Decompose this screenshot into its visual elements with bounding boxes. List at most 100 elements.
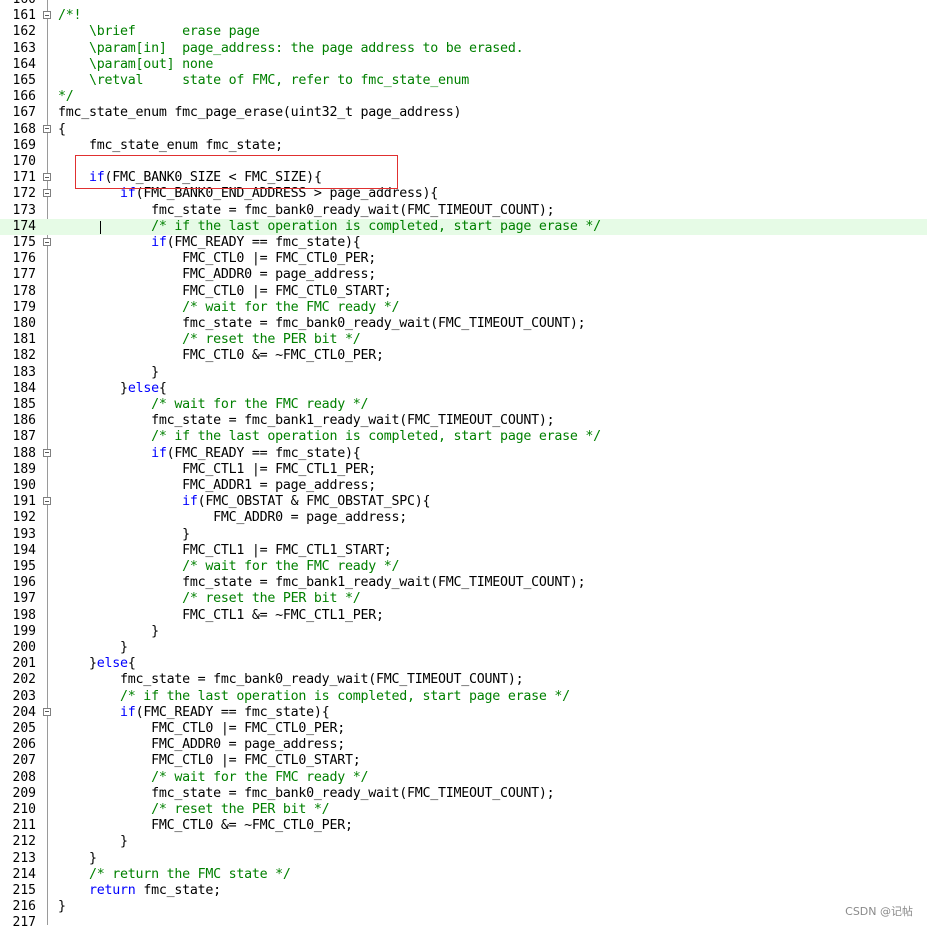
code-text: FMC_ADDR1 = page_address; xyxy=(58,478,376,493)
code-line[interactable]: 160 xyxy=(0,0,927,8)
code-line[interactable]: 177 FMC_ADDR0 = page_address; xyxy=(0,267,927,283)
code-text: /* reset the PER bit */ xyxy=(58,332,361,348)
code-line[interactable]: 202 fmc_state = fmc_bank0_ready_wait(FMC… xyxy=(0,672,927,688)
fold-toggle-icon[interactable] xyxy=(43,173,51,182)
code-line[interactable]: 203 /* if the last operation is complete… xyxy=(0,689,927,705)
code-text: /*! xyxy=(58,8,82,24)
code-line[interactable]: 191 if(FMC_OBSTAT & FMC_OBSTAT_SPC){ xyxy=(0,494,927,510)
code-line[interactable]: 211 FMC_CTL0 &= ~FMC_CTL0_PER; xyxy=(0,818,927,834)
code-text: } xyxy=(58,623,159,639)
line-number: 185 xyxy=(12,397,36,412)
code-line[interactable]: 206 FMC_ADDR0 = page_address; xyxy=(0,737,927,753)
code-text: if(FMC_READY == fmc_state){ xyxy=(151,445,361,461)
code-line[interactable]: 165 \retval state of FMC, refer to fmc_s… xyxy=(0,73,927,89)
code-line[interactable]: 201 }else{ xyxy=(0,656,927,672)
code-line[interactable]: 199 } xyxy=(0,624,927,640)
code-line[interactable]: 174 /* if the last operation is complete… xyxy=(0,218,927,235)
code-line[interactable]: 210 /* reset the PER bit */ xyxy=(0,802,927,818)
code-line[interactable]: 208 /* wait for the FMC ready */ xyxy=(0,770,927,786)
line-number: 213 xyxy=(12,850,36,866)
code-line[interactable]: 213 } xyxy=(0,851,927,867)
line-number: 190 xyxy=(12,478,36,493)
code-line[interactable]: 164 \param[out] none xyxy=(0,57,927,73)
line-number: 209 xyxy=(12,785,36,801)
fold-toggle-icon[interactable] xyxy=(43,189,51,198)
code-line[interactable]: 197 /* reset the PER bit */ xyxy=(0,591,927,607)
line-number: 172 xyxy=(12,186,36,202)
code-text: \param[out] none xyxy=(58,56,214,72)
line-number: 162 xyxy=(12,24,36,40)
code-line[interactable]: 216} xyxy=(0,899,927,915)
code-line[interactable]: 167 fmc_state_enum fmc_page_erase(uint32_… xyxy=(0,105,927,121)
fold-toggle-icon[interactable] xyxy=(43,707,51,716)
code-line[interactable]: 186 fmc_state = fmc_bank1_ready_wait(FMC… xyxy=(0,413,927,429)
fold-toggle-icon[interactable] xyxy=(43,238,51,246)
code-line[interactable]: 176 FMC_CTL0 |= FMC_CTL0_PER; xyxy=(0,251,927,267)
code-line[interactable]: 214 /* return the FMC state */ xyxy=(0,867,927,883)
code-line[interactable]: 189 FMC_CTL1 |= FMC_CTL1_PER; xyxy=(0,462,927,478)
code-line[interactable]: 192 FMC_ADDR0 = page_address; xyxy=(0,510,927,526)
code-text: } xyxy=(58,850,97,866)
watermark: CSDN @记帖 xyxy=(845,905,913,918)
code-line[interactable]: 182 FMC_CTL0 &= ~FMC_CTL0_PER; xyxy=(0,348,927,364)
code-line[interactable]: 215 return fmc_state; xyxy=(0,883,927,899)
code-text: \param[in] page_address: the page addres… xyxy=(58,40,524,56)
code-line[interactable]: 161 /*! xyxy=(0,8,927,24)
fold-toggle-icon[interactable] xyxy=(43,448,51,457)
code-line[interactable]: 193 } xyxy=(0,527,927,543)
code-text: \brief erase page xyxy=(58,24,260,40)
line-number: 205 xyxy=(12,721,36,736)
code-line[interactable]: 209 fmc_state = fmc_bank0_ready_wait(FMC… xyxy=(0,786,927,802)
line-number: 175 xyxy=(12,235,36,250)
code-line[interactable]: 185 /* wait for the FMC ready */ xyxy=(0,397,927,413)
code-line[interactable]: 183 } xyxy=(0,365,927,381)
line-number: 208 xyxy=(12,769,36,785)
code-line[interactable]: 198 FMC_CTL1 &= ~FMC_CTL1_PER; xyxy=(0,608,927,624)
code-line[interactable]: 195 /* wait for the FMC ready */ xyxy=(0,559,927,575)
code-line[interactable]: 162 \brief erase page xyxy=(0,24,927,40)
code-line[interactable]: 207 FMC_CTL0 |= FMC_CTL0_START; xyxy=(0,753,927,769)
code-line[interactable]: 187 /* if the last operation is complete… xyxy=(0,429,927,445)
line-number: 166 xyxy=(12,89,36,105)
code-line[interactable]: 179 /* wait for the FMC ready */ xyxy=(0,300,927,316)
line-number: 183 xyxy=(12,364,36,380)
code-line[interactable]: 188 if(FMC_READY == fmc_state){ xyxy=(0,446,927,462)
fold-toggle-icon[interactable] xyxy=(43,124,51,133)
code-text: FMC_ADDR0 = page_address; xyxy=(58,737,345,753)
code-text: if(FMC_OBSTAT & FMC_OBSTAT_SPC){ xyxy=(182,494,431,510)
code-line[interactable]: 184 }else{ xyxy=(0,381,927,397)
code-line[interactable]: 163 \param[in] page_address: the page ad… xyxy=(0,41,927,57)
line-number: 168 xyxy=(12,121,36,137)
line-number: 177 xyxy=(12,267,36,283)
code-line[interactable]: 168 { xyxy=(0,122,927,138)
fold-toggle-icon[interactable] xyxy=(43,497,51,506)
code-text: FMC_ADDR0 = page_address; xyxy=(58,267,376,283)
code-line[interactable]: 204 if(FMC_READY == fmc_state){ xyxy=(0,705,927,721)
code-text: { xyxy=(58,121,66,137)
code-line[interactable]: 217 xyxy=(0,915,927,931)
code-line[interactable]: 196 fmc_state = fmc_bank1_ready_wait(FMC… xyxy=(0,575,927,591)
code-line[interactable]: 181 /* reset the PER bit */ xyxy=(0,332,927,348)
line-number: 196 xyxy=(12,575,36,591)
code-text: /* wait for the FMC ready */ xyxy=(58,397,369,412)
line-number: 161 xyxy=(12,8,36,24)
code-line[interactable]: 194 FMC_CTL1 |= FMC_CTL1_START; xyxy=(0,543,927,559)
fold-toggle-icon[interactable] xyxy=(43,11,51,20)
code-line[interactable]: 173 fmc_state = fmc_bank0_ready_wait(FMC… xyxy=(0,203,927,219)
code-line[interactable]: 200 } xyxy=(0,640,927,656)
line-number: 198 xyxy=(12,607,36,623)
code-line[interactable]: 212 } xyxy=(0,834,927,850)
line-number: 195 xyxy=(12,559,36,574)
code-text: /* return the FMC state */ xyxy=(58,866,291,882)
line-number: 173 xyxy=(12,202,36,218)
code-line[interactable]: 175 if(FMC_READY == fmc_state){ xyxy=(0,235,927,251)
code-text: /* if the last operation is completed, s… xyxy=(58,688,570,704)
code-line[interactable]: 166 */ xyxy=(0,89,927,105)
code-line[interactable]: 180 fmc_state = fmc_bank0_ready_wait(FMC… xyxy=(0,316,927,332)
code-line[interactable]: 190 FMC_ADDR1 = page_address; xyxy=(0,478,927,494)
code-editor[interactable]: 160161/*!162 \brief erase page163 \param… xyxy=(0,0,927,930)
code-text: fmc_state_enum fmc_page_erase(uint32_t p… xyxy=(58,105,462,121)
code-line[interactable]: 178 FMC_CTL0 |= FMC_CTL0_START; xyxy=(0,284,927,300)
code-line[interactable]: 169 fmc_state_enum fmc_state; xyxy=(0,138,927,154)
code-line[interactable]: 205 FMC_CTL0 |= FMC_CTL0_PER; xyxy=(0,721,927,737)
